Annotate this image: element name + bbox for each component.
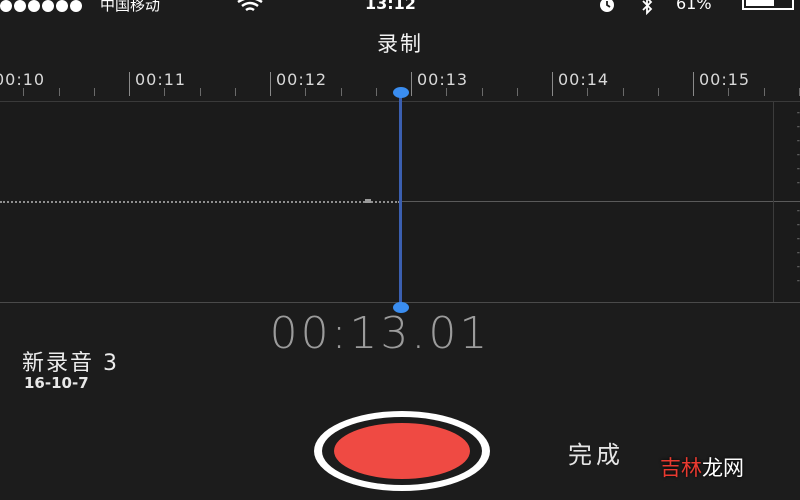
- timeline-minor-tick: [23, 88, 25, 96]
- battery-icon: [742, 0, 794, 10]
- recorded-audio-trace: [0, 201, 400, 203]
- status-clock: 13:12: [365, 0, 416, 13]
- timeline-minor-tick: [516, 88, 518, 96]
- recorded-audio-blip: [365, 199, 371, 203]
- waveform-center-line: [400, 201, 800, 202]
- timeline-minor-tick: [375, 88, 377, 96]
- timeline-minor-tick: [305, 88, 307, 96]
- timeline-minor-tick: [340, 88, 342, 96]
- watermark-text-white: 龙网: [702, 456, 744, 480]
- timeline-minor-tick: [587, 88, 589, 96]
- timeline-tick-label: 00:14: [558, 70, 610, 89]
- timeline-tick-label: 00:13: [417, 70, 469, 89]
- signal-dot: [0, 0, 12, 12]
- signal-dots-icon: [0, 0, 82, 12]
- timeline-major-tick: [270, 72, 271, 96]
- voice-memos-screen: 中国移动 13:12 61% 录制 00:1000:1100:120: [0, 0, 800, 500]
- timeline-tick-label: 00:12: [276, 70, 328, 89]
- bluetooth-icon: [640, 0, 654, 17]
- timeline-minor-tick: [763, 88, 765, 96]
- timeline-minor-tick: [446, 88, 448, 96]
- page-title: 录制: [377, 32, 423, 56]
- done-button[interactable]: 完成: [568, 435, 624, 470]
- timeline-major-tick: [411, 72, 412, 96]
- signal-dot: [56, 0, 68, 12]
- timeline-tick-label: 00:11: [135, 70, 187, 89]
- timeline-minor-tick: [199, 88, 201, 96]
- playhead-top-handle[interactable]: [393, 87, 409, 98]
- signal-dot: [28, 0, 40, 12]
- record-icon: [334, 423, 470, 479]
- timeline-tick-label: 00:15: [699, 70, 751, 89]
- watermark-logo: 吉林 龙网: [660, 452, 744, 482]
- playhead-line[interactable]: [399, 92, 402, 307]
- timeline-minor-tick: [622, 88, 624, 96]
- watermark-text-red: 吉林: [660, 456, 702, 480]
- signal-dot: [70, 0, 82, 12]
- timeline-minor-tick: [481, 88, 483, 96]
- battery-level-fill: [746, 0, 774, 6]
- timeline-major-tick: [129, 72, 130, 96]
- recording-date: 16-10-7: [24, 374, 89, 392]
- record-button[interactable]: [314, 411, 490, 491]
- timeline-minor-tick: [728, 88, 730, 96]
- timeline-minor-tick: [58, 88, 60, 96]
- timeline-major-tick: [693, 72, 694, 96]
- timeline-minor-tick: [657, 88, 659, 96]
- level-scale: - - - - - - - - - - - -: [773, 102, 800, 302]
- timeline-major-tick: [552, 72, 553, 96]
- timeline-minor-tick: [164, 88, 166, 96]
- timeline-minor-tick: [234, 88, 236, 96]
- signal-dot: [42, 0, 54, 12]
- status-bar: 中国移动 13:12 61%: [0, 0, 800, 17]
- signal-dot: [14, 0, 26, 12]
- alarm-clock-icon: [597, 0, 617, 16]
- timeline-minor-tick: [93, 88, 95, 96]
- recording-name[interactable]: 新录音 3: [22, 345, 119, 377]
- timeline-tick-label: 00:10: [0, 70, 46, 89]
- carrier-name: 中国移动: [100, 0, 161, 14]
- battery-percentage: 61%: [676, 0, 712, 13]
- wifi-icon: [236, 0, 264, 16]
